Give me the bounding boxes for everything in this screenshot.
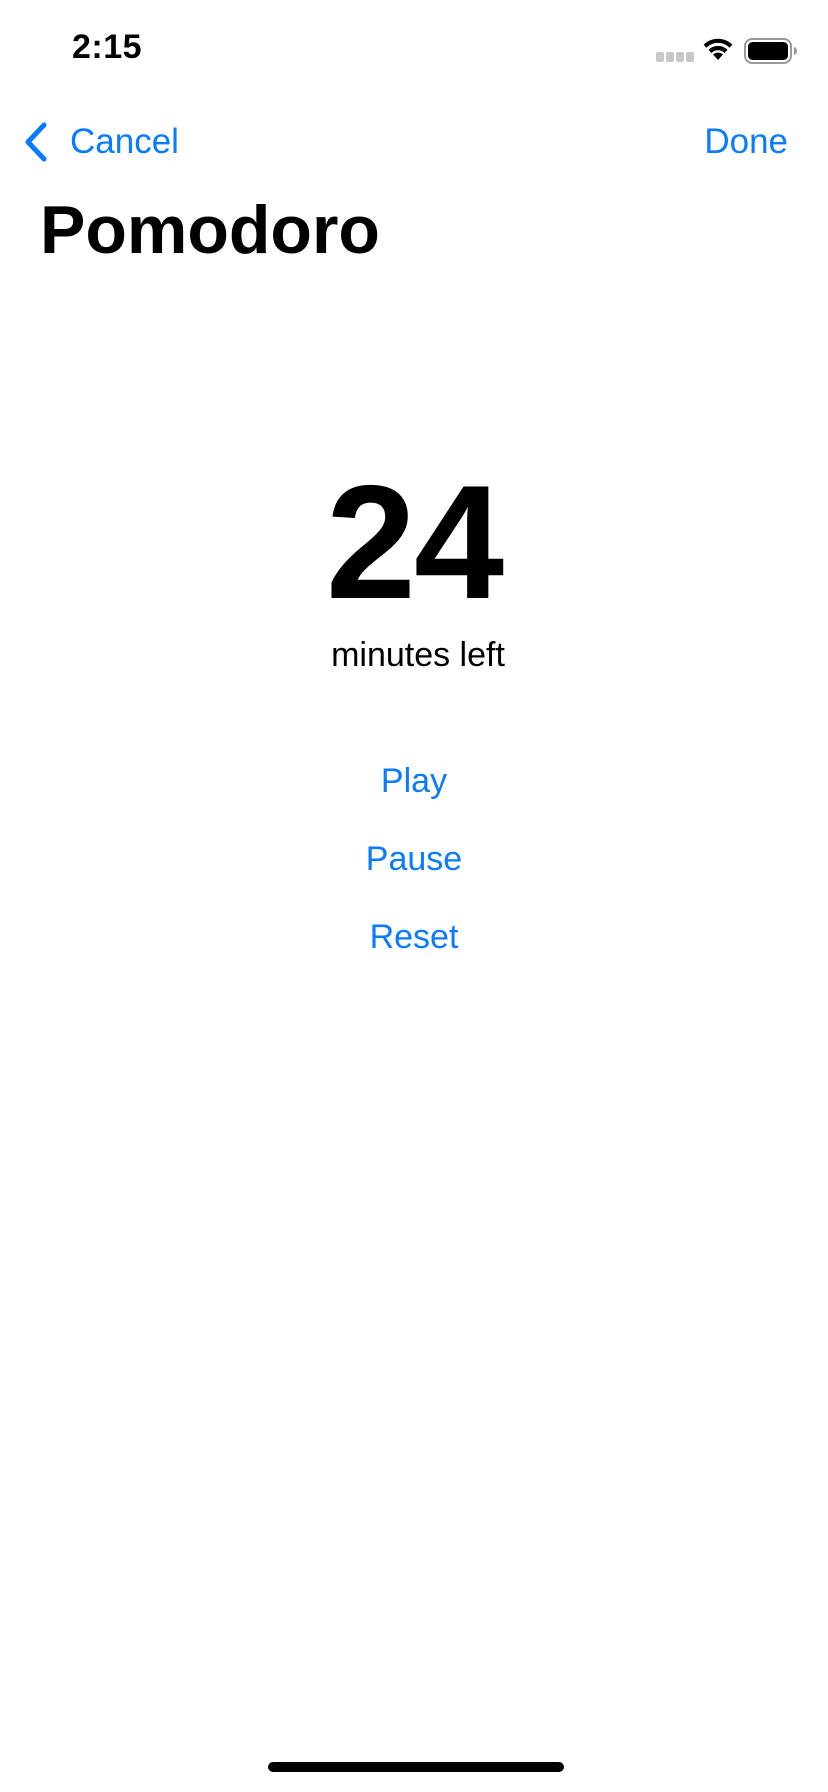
wifi-icon (703, 38, 733, 60)
page-title: Pomodoro (40, 192, 380, 268)
chevron-left-icon (25, 122, 47, 162)
battery-icon (744, 38, 797, 64)
timer-caption: minutes left (331, 636, 505, 674)
timer-display: 24 minutes left (0, 462, 828, 675)
timer-controls: Play Pause Reset (0, 742, 828, 976)
status-time: 2:15 (72, 28, 143, 66)
pause-button[interactable]: Pause (366, 820, 462, 898)
navigation-bar: Cancel Done (0, 110, 828, 174)
cancel-button[interactable]: Cancel (24, 116, 179, 168)
status-bar: 2:15 (0, 0, 828, 96)
cellular-signal-icon (656, 52, 694, 62)
play-button[interactable]: Play (381, 742, 447, 820)
pomodoro-screen: 2:15 Cancel Done Pomodoro 24 minutes lef… (0, 0, 828, 1792)
reset-button[interactable]: Reset (370, 898, 459, 976)
done-label: Done (704, 122, 788, 161)
done-button[interactable]: Done (704, 116, 788, 168)
cancel-label: Cancel (70, 122, 179, 161)
home-indicator[interactable] (268, 1762, 564, 1772)
minutes-remaining: 24 (325, 452, 504, 633)
